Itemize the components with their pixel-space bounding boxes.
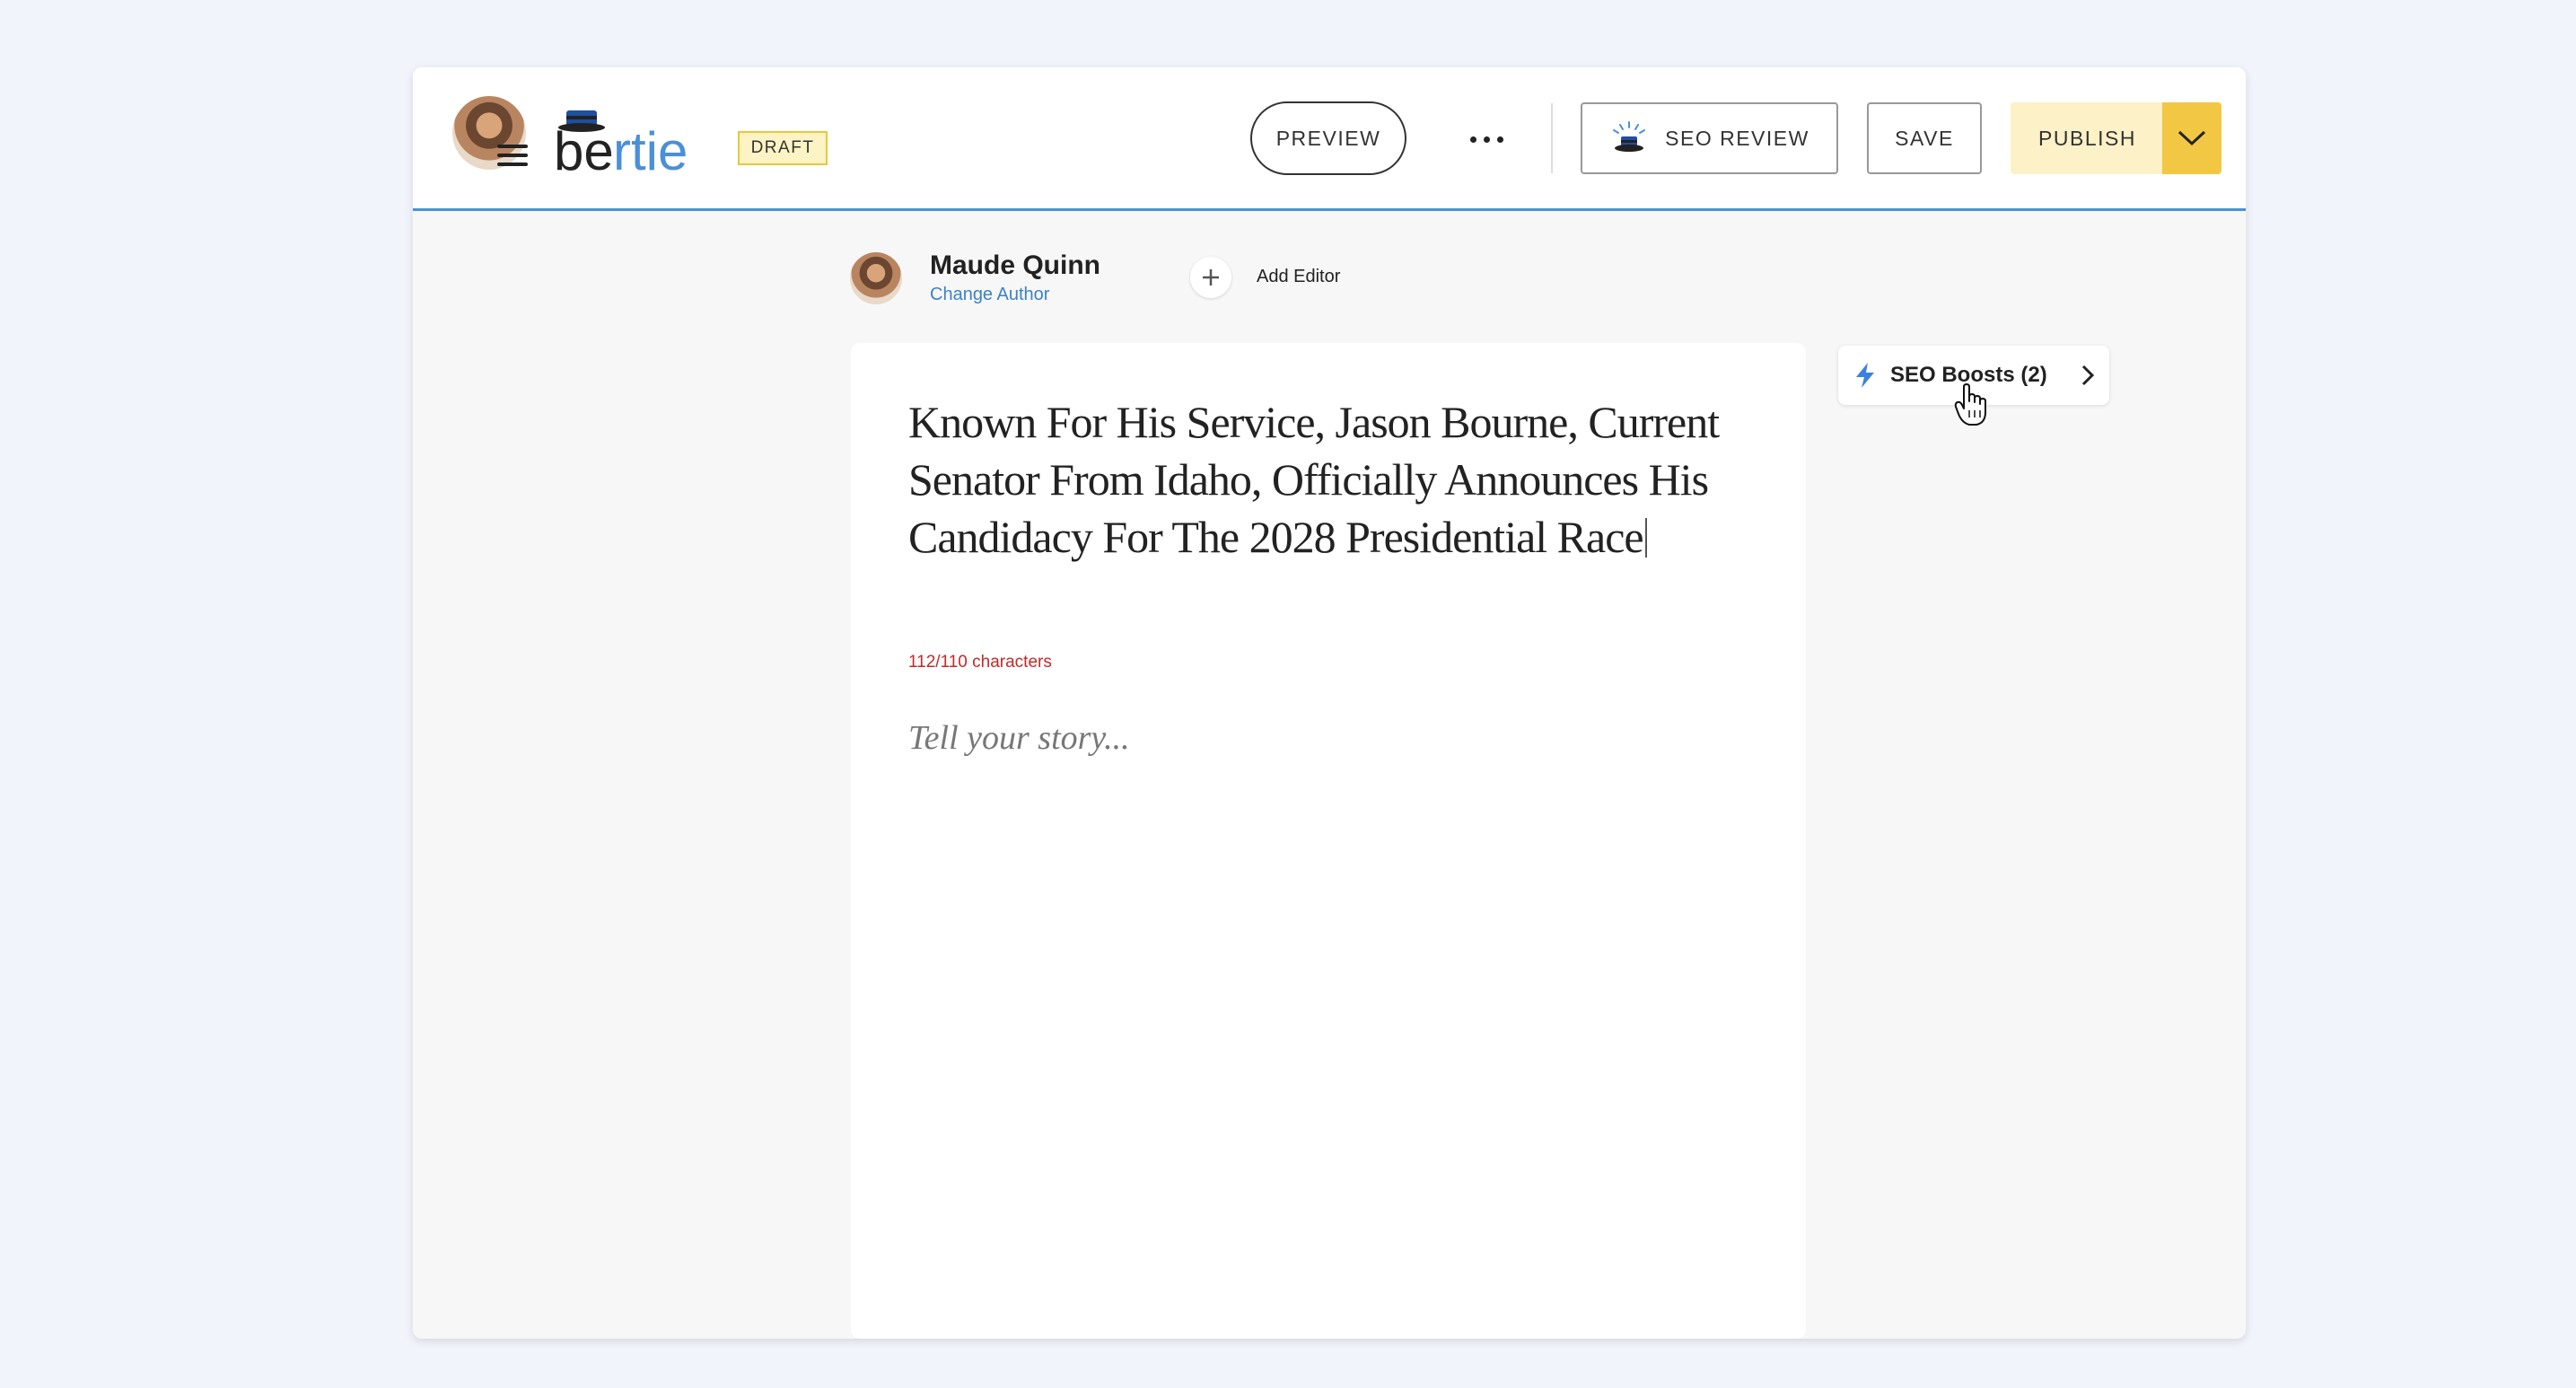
more-icon — [1469, 136, 1476, 143]
editor-card: Known For His Service, Jason Bourne, Cur… — [851, 343, 1806, 1339]
seo-review-button[interactable]: SEO REVIEW — [1581, 102, 1838, 174]
editor-window: be rtie DRAFT PREVIEW SEO REVIEW SAVE PU… — [413, 67, 2246, 1339]
status-badge: DRAFT — [738, 131, 828, 165]
story-body-input[interactable]: Tell your story... — [908, 718, 1130, 758]
chevron-down-icon — [2177, 130, 2206, 146]
logo-letters-be: be — [554, 121, 614, 177]
add-editor-button[interactable] — [1190, 257, 1231, 298]
menu-icon[interactable] — [497, 145, 528, 170]
headline-text: Known For His Service, Jason Bourne, Cur… — [908, 397, 1720, 562]
more-options-button[interactable] — [1458, 121, 1515, 157]
toolbar-divider — [1551, 103, 1553, 173]
author-avatar — [850, 252, 902, 304]
plus-icon — [1203, 269, 1219, 286]
bertie-logo: be rtie — [554, 107, 714, 181]
hand-cursor-icon — [1954, 383, 1986, 426]
add-editor-label[interactable]: Add Editor — [1257, 267, 1340, 287]
publish-options-button[interactable] — [2162, 102, 2221, 174]
bolt-icon — [1856, 363, 1874, 388]
text-cursor — [1644, 518, 1647, 558]
seo-hat-icon — [1613, 121, 1646, 152]
author-name: Maude Quinn — [930, 250, 1100, 280]
preview-button[interactable]: PREVIEW — [1250, 101, 1406, 175]
change-author-link[interactable]: Change Author — [930, 285, 1049, 305]
seo-review-label: SEO REVIEW — [1665, 126, 1809, 150]
save-button[interactable]: SAVE — [1867, 102, 1982, 174]
publish-button[interactable]: PUBLISH — [2011, 102, 2164, 174]
character-count: 112/110 characters — [908, 653, 1052, 672]
logo-letters-rtie: rtie — [613, 121, 688, 177]
chevron-right-icon — [2081, 365, 2095, 386]
top-toolbar: be rtie DRAFT PREVIEW SEO REVIEW SAVE PU… — [413, 67, 2246, 211]
headline-input[interactable]: Known For His Service, Jason Bourne, Cur… — [908, 393, 1770, 566]
